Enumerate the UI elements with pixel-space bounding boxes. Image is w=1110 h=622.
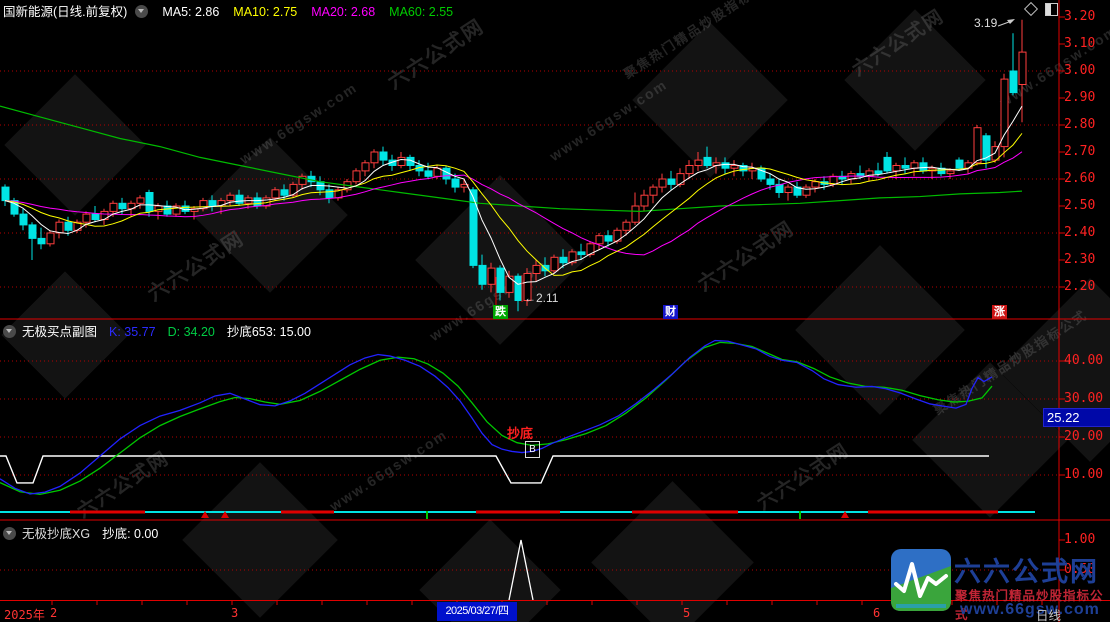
price-axis-label: 3.00 bbox=[1064, 63, 1110, 78]
collapse-panel2-icon[interactable] bbox=[3, 325, 16, 338]
kdj-axis-label: 40.00 bbox=[1064, 353, 1110, 368]
time-axis-month: 6 bbox=[873, 606, 880, 620]
candlesticks bbox=[2, 20, 1026, 312]
panel2-header: 无极买点副图 K: 35.77 D: 34.20 抄底653: 15.00 bbox=[3, 321, 311, 340]
split-window-icon[interactable] bbox=[1045, 3, 1058, 16]
selected-date-badge[interactable]: 2025/03/27/四 bbox=[437, 602, 517, 621]
price-axis-label: 2.70 bbox=[1064, 144, 1110, 159]
period-label[interactable]: 日线 bbox=[1036, 605, 1061, 622]
price-axis-label: 2.80 bbox=[1064, 117, 1110, 132]
buy-signal-badge: B bbox=[525, 441, 540, 458]
collapse-main-icon[interactable] bbox=[135, 5, 148, 18]
panel3-title: 无极抄底XG bbox=[22, 527, 90, 541]
chaodi-signal-label: 抄底 bbox=[507, 423, 533, 442]
ma60-label: MA60: 2.55 bbox=[389, 5, 453, 19]
price-axis-label: 2.40 bbox=[1064, 225, 1110, 240]
price-axis-label: 3.10 bbox=[1064, 36, 1110, 51]
price-axis-label: 2.60 bbox=[1064, 171, 1110, 186]
event-marker: 涨 bbox=[992, 305, 1007, 319]
price-axis-label: 2.20 bbox=[1064, 279, 1110, 294]
time-axis-month: 3 bbox=[231, 606, 238, 620]
d-line bbox=[0, 342, 992, 494]
price-axis-label: 2.50 bbox=[1064, 198, 1110, 213]
k-value-label: K: 35.77 bbox=[109, 325, 156, 339]
time-axis-year: 2025年 bbox=[4, 606, 45, 622]
time-axis-month: 2 bbox=[50, 606, 57, 620]
d-value-label: D: 34.20 bbox=[168, 325, 215, 339]
high-price-annotation: 3.19 bbox=[974, 16, 997, 30]
stock-chart-app: 六六公式网聚焦热门精品炒股指标公式六六公式网www.66gsw.com六六公式网… bbox=[0, 0, 1110, 622]
ma20-line bbox=[5, 152, 1022, 255]
site-logo-url: www.66gsw.com bbox=[960, 601, 1100, 619]
price-axis-label: 2.90 bbox=[1064, 90, 1110, 105]
price-axis-label: 3.20 bbox=[1064, 9, 1110, 24]
threshold-line bbox=[0, 456, 989, 483]
event-marker: 跌 bbox=[493, 305, 508, 319]
panel3-header: 无极抄底XG 抄底: 0.00 bbox=[3, 523, 158, 542]
chaodi653-value-label: 抄底653: 15.00 bbox=[227, 325, 311, 339]
ma20-label: MA20: 2.68 bbox=[311, 5, 375, 19]
collapse-panel3-icon[interactable] bbox=[3, 527, 16, 540]
frame-lines bbox=[0, 0, 1110, 622]
site-logo: 六六公式网 聚焦热门精品炒股指标公式 www.66gsw.com bbox=[888, 542, 1110, 622]
time-axis-month: 5 bbox=[683, 606, 690, 620]
stock-title: 国新能源(日线.前复权) bbox=[3, 5, 127, 19]
site-logo-brand: 六六公式网 bbox=[954, 550, 1099, 589]
event-marker: 财 bbox=[663, 305, 678, 319]
chaodi-value-label: 抄底: 0.00 bbox=[102, 527, 158, 541]
kdj-axis-label: 20.00 bbox=[1064, 429, 1110, 444]
k-line bbox=[0, 340, 992, 494]
kdj-axis-label: 30.00 bbox=[1064, 391, 1110, 406]
ma5-label: MA5: 2.86 bbox=[162, 5, 219, 19]
ma10-label: MA10: 2.75 bbox=[233, 5, 297, 19]
panel2-title: 无极买点副图 bbox=[22, 325, 97, 339]
low-price-annotation: ←2.11 bbox=[524, 291, 558, 305]
chart-canvas[interactable] bbox=[0, 0, 1110, 622]
ma5-line bbox=[5, 106, 1022, 284]
main-title-bar: 国新能源(日线.前复权) MA5: 2.86 MA10: 2.75 MA20: 2.6… bbox=[3, 1, 453, 20]
kdj-axis-label: 10.00 bbox=[1064, 467, 1110, 482]
price-axis-label: 2.30 bbox=[1064, 252, 1110, 267]
current-value-badge: 25.22 bbox=[1043, 408, 1110, 427]
site-logo-icon bbox=[890, 548, 952, 614]
